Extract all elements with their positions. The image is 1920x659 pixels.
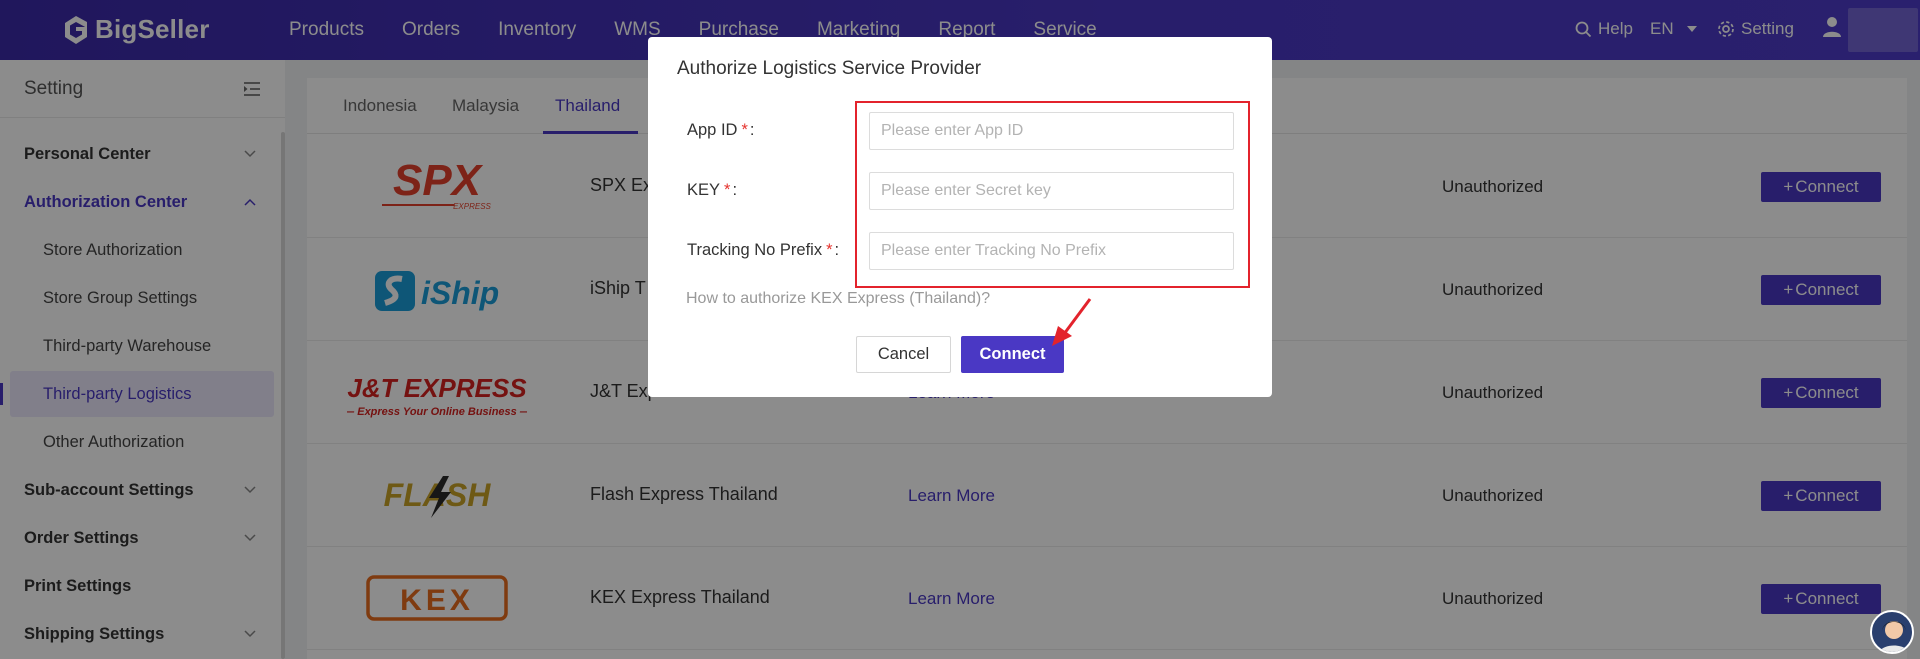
highlight-box xyxy=(855,101,1250,288)
dialog-title: Authorize Logistics Service Provider xyxy=(677,58,982,79)
app-id-label: App ID *: xyxy=(687,121,755,139)
authorize-dialog: Authorize Logistics Service Provider App… xyxy=(648,37,1272,397)
required-asterisk: * xyxy=(826,241,833,259)
key-label: KEY *: xyxy=(687,181,738,199)
support-assistant-avatar[interactable] xyxy=(1870,610,1914,654)
required-asterisk: * xyxy=(741,121,748,139)
how-to-authorize-link[interactable]: How to authorize KEX Express (Thailand)? xyxy=(686,290,990,308)
required-asterisk: * xyxy=(724,181,731,199)
cancel-button[interactable]: Cancel xyxy=(856,336,951,373)
annotation-arrow-icon xyxy=(1052,298,1092,346)
tracking-prefix-label: Tracking No Prefix *: xyxy=(687,241,840,259)
dialog-connect-button[interactable]: Connect xyxy=(961,336,1064,373)
